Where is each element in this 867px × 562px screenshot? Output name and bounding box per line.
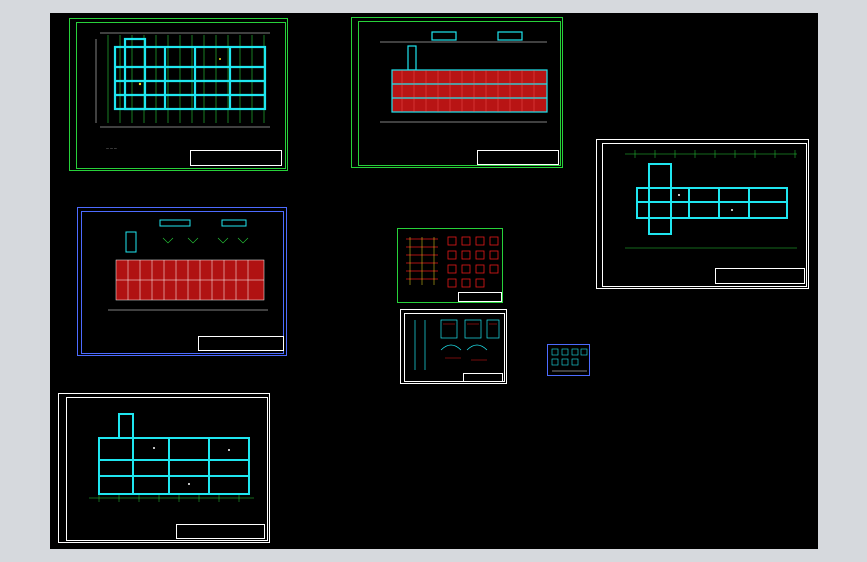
drawing-canvas[interactable]: — — — <box>50 13 818 549</box>
title-block <box>463 373 503 382</box>
floor-plan-drawing <box>89 413 254 502</box>
drawing-sheet-plan-3[interactable] <box>77 207 287 356</box>
drawing-sheet-plan-5[interactable] <box>596 139 809 289</box>
title-block <box>477 150 559 165</box>
drawing-sheet-plan-4[interactable] <box>58 393 270 543</box>
rebar-plan-drawing <box>380 31 548 123</box>
title-block <box>198 336 284 351</box>
detail-drawing <box>551 348 588 372</box>
drawing-sheet-plan-2[interactable] <box>351 17 563 168</box>
drawing-sheet-detail-2[interactable] <box>400 309 507 384</box>
title-block <box>190 150 282 166</box>
drawing-sheet-detail-1[interactable] <box>397 228 503 303</box>
title-block <box>715 268 805 284</box>
title-block <box>176 524 265 539</box>
drawing-notes: — — — <box>106 146 117 150</box>
column-plan-drawing <box>108 219 268 311</box>
title-block <box>458 292 502 302</box>
drawing-sheet-plan-1[interactable]: — — — <box>69 18 288 171</box>
drawing-sheet-detail-3[interactable] <box>547 344 590 376</box>
